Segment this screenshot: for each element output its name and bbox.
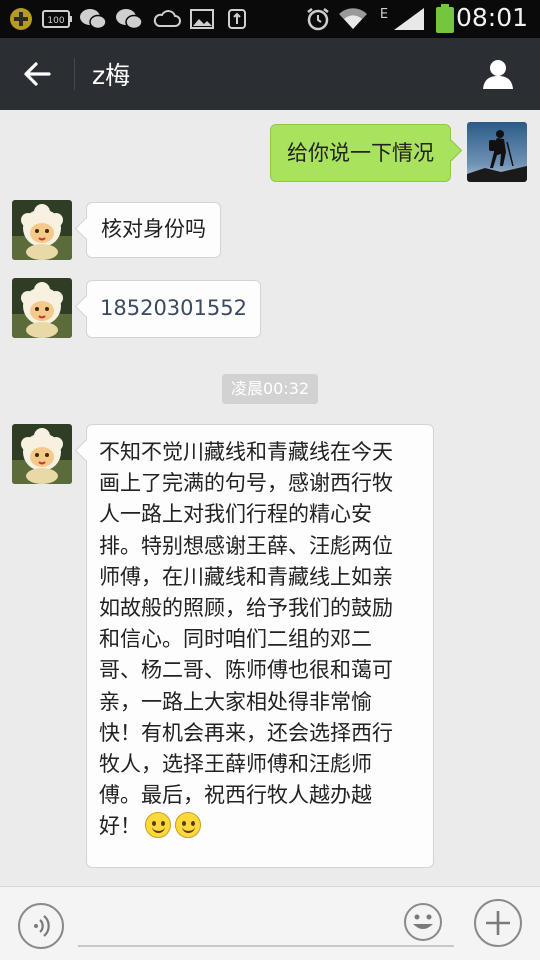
battery-icon [434, 4, 456, 34]
smile-emoji-icon [175, 812, 201, 839]
message-text: 核对身份吗 [101, 217, 206, 241]
cartoon-sheep-avatar [12, 424, 72, 484]
contact-avatar[interactable] [12, 200, 72, 260]
back-button[interactable] [16, 54, 58, 94]
status-bar: 100 E 08:01 [0, 0, 540, 38]
message-line: 如故般的照顾，给予我们的鼓励 [99, 596, 393, 621]
emoji-button[interactable] [404, 903, 442, 941]
message-text: 给你说一下情况 [287, 141, 434, 165]
message-line: 师傅，在川藏线和青藏线上如亲 [99, 564, 393, 589]
contact-avatar[interactable] [12, 424, 72, 484]
more-options-button[interactable] [474, 899, 522, 947]
back-arrow-icon [24, 62, 51, 86]
contact-avatar[interactable] [12, 278, 72, 338]
message-line: 画上了完满的句号，感谢西行牧 [99, 471, 393, 496]
chat-title: z梅 [92, 61, 131, 90]
person-icon [483, 60, 513, 89]
my-avatar[interactable] [467, 122, 527, 182]
cartoon-sheep-avatar [12, 200, 72, 260]
message-line: 排。特别想感谢王薛、汪彪两位 [99, 533, 393, 558]
wechat-icon [114, 7, 144, 31]
message-line: 不知不觉川藏线和青藏线在今天 [99, 440, 393, 464]
image-icon [188, 7, 216, 31]
signal-icon [392, 7, 426, 31]
message-bubble-incoming[interactable]: 不知不觉川藏线和青藏线在今天 画上了完满的句号，感谢西行牧 人一路上对我们行程的… [86, 424, 434, 868]
header-divider [74, 58, 75, 90]
message-line-last: 好！ [99, 811, 421, 842]
svg-text:100: 100 [47, 16, 64, 26]
chat-header: z梅 [0, 38, 540, 110]
message-line: 傅。最后，祝西行牧人越办越 [99, 783, 372, 808]
message-bubble-incoming[interactable]: 核对身份吗 [86, 202, 221, 258]
message-line: 亲，一路上大家相处得非常愉 [99, 689, 372, 714]
cloud-icon [152, 7, 182, 31]
message-line: 人一路上对我们行程的精心安 [99, 502, 372, 527]
alarm-icon [304, 7, 332, 31]
smile-emoji-icon [145, 812, 171, 839]
message-line: 和信心。同时咱们二组的邓二 [99, 627, 372, 652]
message-list[interactable]: 给你说一下情况 核对身份吗 18520301552 凌晨00:32 不知不觉川藏… [0, 110, 540, 886]
message-line: 牧人，选择王薛师傅和汪彪师 [99, 752, 372, 777]
usb-icon [224, 7, 250, 31]
contact-profile-button[interactable] [478, 54, 518, 94]
input-bar [0, 886, 540, 960]
plus-notification-icon [8, 7, 34, 31]
voice-input-button[interactable] [18, 903, 64, 949]
message-line: 好！ [99, 814, 141, 839]
message-input[interactable] [78, 945, 454, 947]
phone-number-link[interactable]: 18520301552 [100, 296, 247, 320]
battery-100-icon: 100 [42, 7, 72, 31]
voice-wave-icon [34, 915, 50, 937]
cartoon-sheep-avatar [12, 278, 72, 338]
message-line: 快！有机会再来，还会选择西行 [99, 720, 393, 745]
clock: 08:01 [455, 3, 528, 32]
wifi-icon [338, 7, 368, 31]
smiley-icon [413, 914, 433, 929]
plus-icon [486, 911, 510, 935]
hiker-silhouette-image [467, 122, 527, 182]
wechat-icon [78, 7, 108, 31]
message-bubble-incoming[interactable]: 18520301552 [86, 280, 261, 338]
network-type-label: E [379, 6, 389, 22]
message-timestamp: 凌晨00:32 [222, 374, 318, 404]
message-bubble-outgoing[interactable]: 给你说一下情况 [270, 124, 451, 182]
message-line: 哥、杨二哥、陈师傅也很和蔼可 [99, 658, 393, 683]
